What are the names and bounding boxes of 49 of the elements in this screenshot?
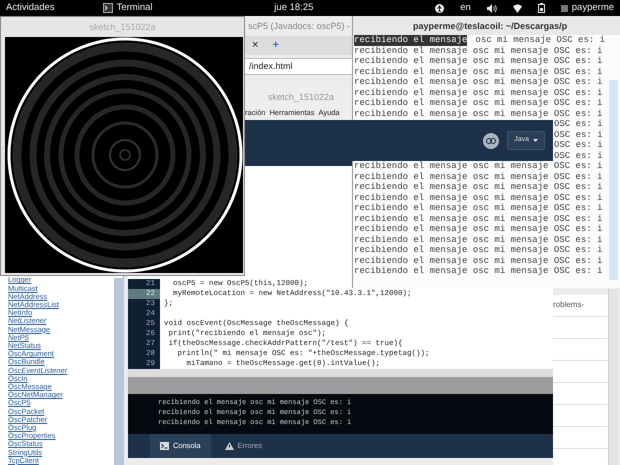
scrollbar[interactable] — [128, 369, 553, 377]
clock[interactable]: jue 18:25 — [274, 0, 314, 16]
selected-text: recibiendo el mensaje — [354, 35, 468, 46]
terminal-line: recibiendo el mensaje osc mi mensaje OSC es: i — [353, 234, 604, 245]
terminal-line: recibiendo el mensaje osc mi mensaje OSC es: i — [353, 98, 604, 108]
scrollbar[interactable] — [609, 80, 618, 280]
window-title: scP5 (Javadocs: oscP5) - — [248, 21, 350, 31]
terminal-line: recibiendo el mensaje osc mi mensaje OSC es: i — [353, 161, 604, 172]
user-icon — [560, 4, 568, 12]
window-title: sketch_151022a — [89, 22, 156, 32]
terminal-line: recibiendo el mensaje osc mi mensaje OSC es: i — [353, 66, 604, 77]
language-indicator[interactable]: en — [460, 0, 471, 16]
window-title: payperme@teslacoil: ~/Descargas/p — [413, 21, 568, 31]
accessibility-icon[interactable] — [435, 4, 444, 12]
terminal-line: recibiendo el mensaje osc mi mensaje OSC es: i — [353, 192, 604, 203]
terminal-line: OSC es: i — [554, 130, 603, 140]
terminal-line: recibiendo el mensaje osc mi mensaje OSC es: i — [353, 203, 604, 214]
scrollbar[interactable] — [608, 289, 618, 465]
terminal-line: recibiendo el mensaje osc mi mensaje OSC es: i — [353, 256, 604, 266]
terminal-line: recibiendo el mensaje osc mi mensaje OSC es: i — [353, 182, 604, 192]
terminal-icon — [160, 442, 169, 450]
wifi-icon[interactable] — [512, 4, 522, 12]
terminal-line: recibiendo el mensaje osc mi mensaje OSC es: i — [353, 46, 604, 56]
activities-button[interactable]: Actividades — [6, 0, 55, 16]
app-menu[interactable]: Terminal — [116, 0, 152, 16]
terminal-line: osc mi mensaje OSC es: i — [475, 35, 606, 46]
battery-icon[interactable] — [538, 3, 545, 13]
debug-icon[interactable] — [483, 132, 500, 148]
terminal-line: recibiendo el mensaje osc mi mensaje OSC es: i — [353, 224, 604, 234]
volume-icon[interactable] — [486, 4, 497, 12]
url-field[interactable]: /index.html — [244, 58, 354, 75]
user-menu[interactable]: payperme — [572, 0, 614, 16]
terminal-line: OSC es: i — [554, 140, 603, 150]
terminal-line: recibiendo el mensaje osc mi mensaje OSC es: i — [353, 214, 604, 224]
terminal-line: recibiendo el mensaje osc mi mensaje OSC es: i — [353, 56, 604, 66]
scrollbar[interactable] — [114, 278, 124, 465]
terminal-line: OSC es: i — [554, 150, 603, 160]
window-title: sketch_151022a — [268, 92, 334, 102]
tab-close-button[interactable]: × — [252, 37, 258, 54]
terminal-line: recibiendo el mensaje osc mi mensaje OSC es: i — [353, 77, 604, 88]
terminal-line: recibiendo el mensaje osc mi mensaje OSC es: i — [353, 88, 604, 98]
caret-icon — [533, 139, 538, 142]
terminal-line: recibiendo el mensaje osc mi mensaje OSC es: i — [353, 172, 604, 182]
terminal-line: recibiendo el mensaje osc mi mensaje OSC es: i — [353, 108, 604, 119]
terminal-line: OSC es: i — [554, 119, 603, 129]
warning-icon — [224, 442, 234, 450]
terminal-line: recibiendo el mensaje osc mi mensaje OSC es: i — [353, 266, 604, 276]
terminal-line: recibiendo el mensaje osc mi mensaje OSC es: i — [353, 245, 604, 256]
terminal-icon — [102, 3, 113, 13]
